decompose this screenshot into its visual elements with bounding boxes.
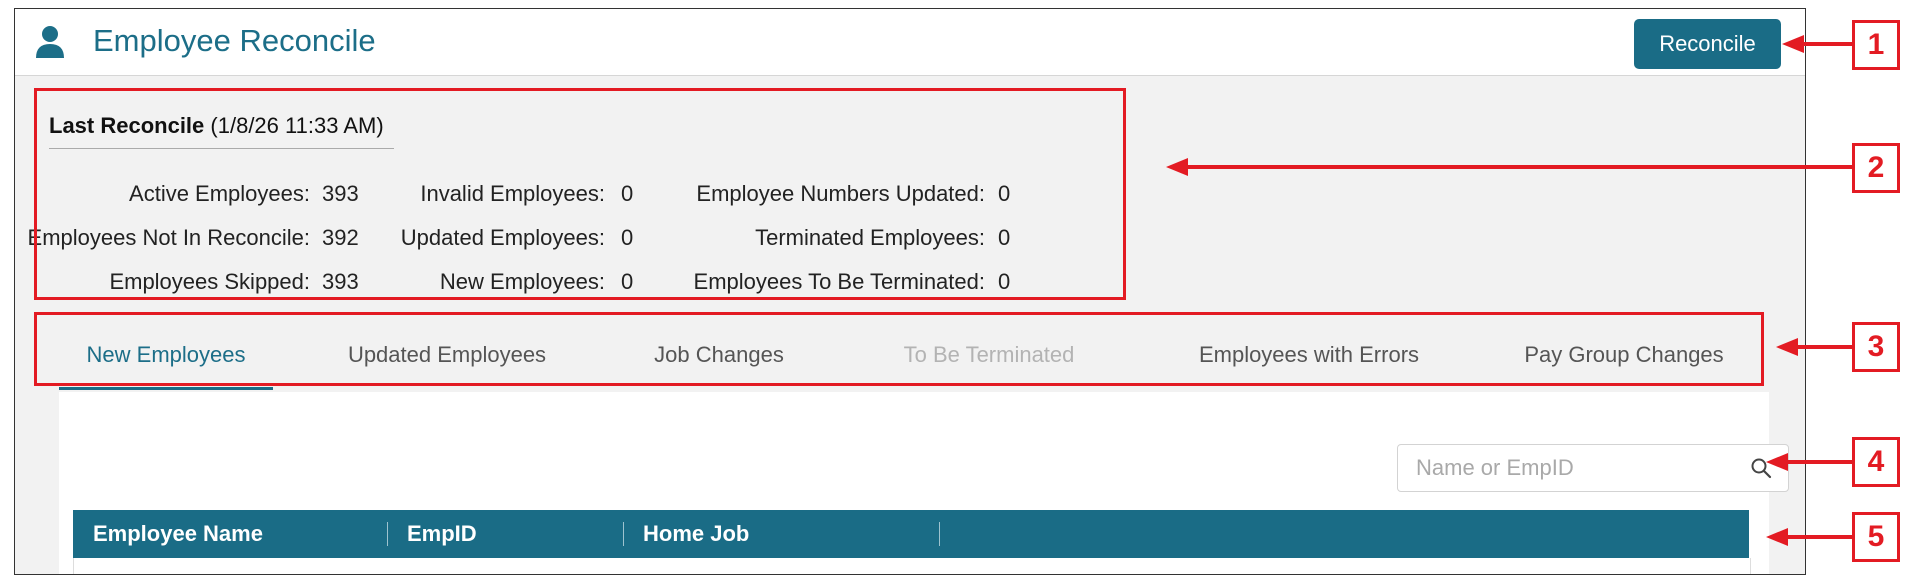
annotation-box-tabs — [34, 312, 1764, 386]
tab-content: Employee Name EmpID Home Job — [59, 392, 1789, 574]
column-header-home-job[interactable]: Home Job — [643, 510, 749, 558]
search-icon[interactable] — [1750, 457, 1772, 479]
annotation-label-3: 3 — [1852, 322, 1900, 372]
search-box — [1397, 444, 1789, 492]
search-input[interactable] — [1398, 445, 1738, 491]
annotation-label-5: 5 — [1852, 512, 1900, 562]
table-body — [73, 558, 1751, 574]
page-title: Employee Reconcile — [93, 23, 376, 58]
column-divider[interactable] — [939, 522, 940, 546]
column-header-employee-name[interactable]: Employee Name — [93, 510, 263, 558]
table-header: Employee Name EmpID Home Job — [73, 510, 1749, 558]
column-divider[interactable] — [623, 522, 624, 546]
column-header-empid[interactable]: EmpID — [407, 510, 477, 558]
annotation-label-1: 1 — [1852, 20, 1900, 70]
user-icon — [36, 26, 64, 58]
annotation-box-summary — [34, 88, 1126, 300]
page-header: Employee Reconcile Reconcile — [15, 9, 1805, 76]
reconcile-button[interactable]: Reconcile — [1634, 19, 1781, 69]
annotation-label-4: 4 — [1852, 437, 1900, 487]
column-divider[interactable] — [387, 522, 388, 546]
annotation-label-2: 2 — [1852, 143, 1900, 193]
